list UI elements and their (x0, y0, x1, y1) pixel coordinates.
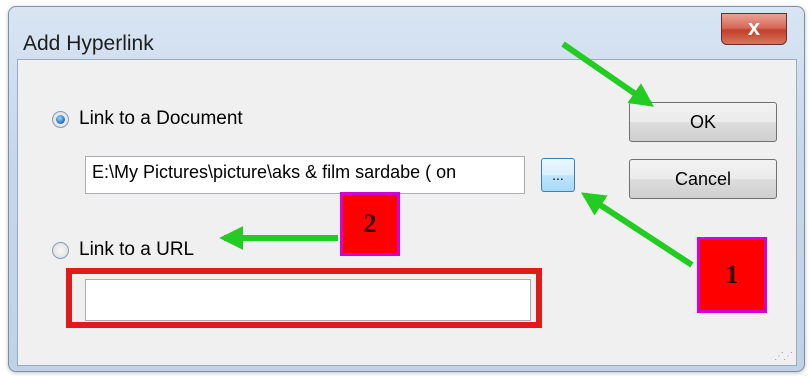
arrow-to-browse-icon (580, 192, 694, 268)
arrow-to-ok-icon (561, 41, 654, 107)
annotation-arrows (219, 41, 694, 268)
